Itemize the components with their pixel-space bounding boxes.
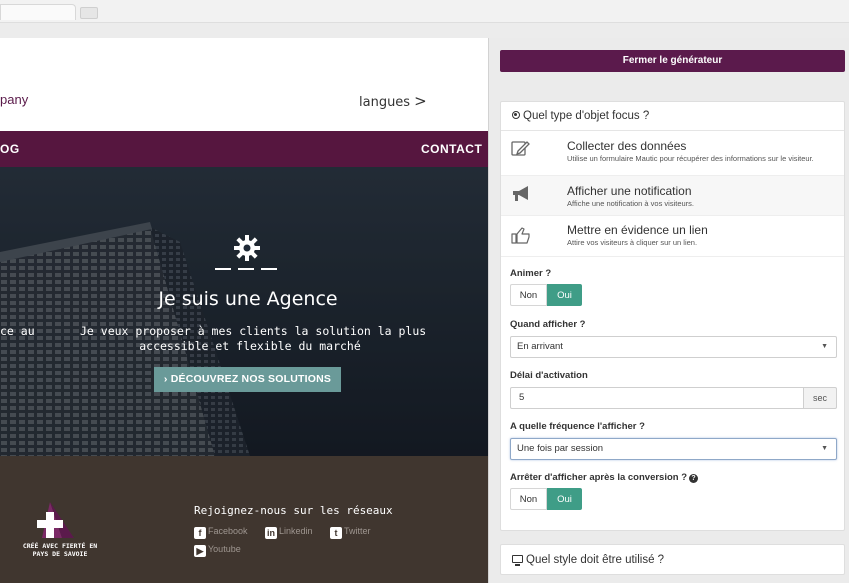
megaphone-icon bbox=[513, 186, 528, 201]
frequency-label: A quelle fréquence l'afficher ? bbox=[510, 421, 645, 432]
footer-join-heading: Rejoignez-nous sur les réseaux bbox=[194, 504, 393, 517]
focus-type-title: Quel type d'objet focus ? bbox=[523, 110, 650, 122]
hand-pointer-icon bbox=[511, 227, 530, 244]
when-select[interactable]: En arrivant ▼ bbox=[510, 336, 837, 358]
delay-label: Délai d'activation bbox=[510, 370, 588, 381]
option-title: Afficher une notification bbox=[567, 184, 692, 198]
facebook-label: Facebook bbox=[208, 526, 248, 536]
stop-after-conversion-toggle: Non Oui bbox=[510, 488, 582, 510]
chevron-right-icon: > bbox=[414, 92, 427, 110]
option-highlight-link[interactable]: Mettre en évidence un lien Attire vos vi… bbox=[501, 216, 844, 257]
bullseye-icon bbox=[512, 111, 520, 119]
divider-dashes bbox=[215, 268, 277, 270]
caret-down-icon: ▼ bbox=[821, 343, 828, 350]
stop-yes-button[interactable]: Oui bbox=[547, 488, 582, 510]
option-title: Collecter des données bbox=[567, 139, 687, 153]
style-section-header[interactable]: Quel style doit être utilisé ? bbox=[500, 544, 845, 575]
languages-link[interactable]: langues > bbox=[359, 92, 427, 110]
stop-no-button[interactable]: Non bbox=[510, 488, 547, 510]
style-header-title: Quel style doit être utilisé ? bbox=[526, 554, 665, 566]
delay-input[interactable]: 5 bbox=[510, 387, 804, 409]
browser-toolbar bbox=[0, 22, 849, 38]
hero-section: Je suis une Agence ce au Je veux propose… bbox=[0, 167, 488, 456]
option-description: Affiche une notification à vos visiteurs… bbox=[567, 199, 695, 208]
discover-solutions-button[interactable]: › DÉCOUVREZ NOS SOLUTIONS bbox=[154, 367, 341, 392]
animate-label: Animer ? bbox=[510, 268, 552, 279]
when-value: En arrivant bbox=[517, 341, 563, 352]
nav-item-contact[interactable]: CONTACT bbox=[421, 142, 482, 156]
delay-unit: sec bbox=[803, 387, 837, 409]
new-tab-button[interactable] bbox=[80, 7, 98, 19]
twitter-icon: t bbox=[330, 527, 342, 539]
nav-item-blog[interactable]: OG bbox=[0, 142, 20, 156]
site-footer: CRÉÉ AVEC FIERTÉ EN PAYS DE SAVOIE Rejoi… bbox=[0, 456, 488, 583]
hero-subtitle-line1: Je veux proposer à mes clients la soluti… bbox=[80, 324, 427, 338]
animate-toggle: Non Oui bbox=[510, 284, 582, 306]
option-title: Mettre en évidence un lien bbox=[567, 223, 708, 237]
page: pany langues > OG CONTACT Je suis une Ag… bbox=[0, 0, 849, 583]
close-generator-button[interactable]: Fermer le générateur bbox=[500, 50, 845, 72]
linkedin-label: Linkedin bbox=[279, 526, 313, 536]
option-description: Utilise un formulaire Mautic pour récupé… bbox=[567, 154, 814, 163]
gear-icon bbox=[234, 235, 260, 261]
site-header: pany langues > bbox=[0, 38, 488, 131]
focus-type-header: Quel type d'objet focus ? bbox=[501, 102, 844, 131]
facebook-link[interactable]: f Facebook bbox=[194, 526, 248, 539]
pencil-edit-icon bbox=[511, 141, 530, 156]
footer-logo-text: CRÉÉ AVEC FIERTÉ EN PAYS DE SAVOIE bbox=[22, 542, 98, 558]
option-description: Attire vos visiteurs à cliquer sur un li… bbox=[567, 238, 698, 247]
building-background-image bbox=[0, 167, 488, 456]
youtube-link[interactable]: ▶ Youtube bbox=[194, 544, 241, 557]
twitter-link[interactable]: t Twitter bbox=[330, 526, 371, 539]
browser-chrome bbox=[0, 0, 849, 38]
delay-input-group: 5 sec bbox=[510, 387, 837, 409]
focus-generator-panel: Fermer le générateur Quel type d'objet f… bbox=[488, 38, 849, 583]
hero-title: Je suis une Agence bbox=[158, 288, 338, 310]
twitter-label: Twitter bbox=[344, 526, 371, 536]
linkedin-icon: in bbox=[265, 527, 277, 539]
hero-subtitle-line2: accessible et flexible du marché bbox=[139, 339, 361, 353]
focus-type-card: Quel type d'objet focus ? Collecter des … bbox=[500, 101, 845, 531]
stop-label-text: Arrêter d'afficher après la conversion ? bbox=[510, 472, 688, 483]
help-question-icon[interactable]: ? bbox=[689, 474, 699, 483]
option-collect-data[interactable]: Collecter des données Utilise un formula… bbox=[501, 131, 844, 176]
site-nav: OG CONTACT bbox=[0, 131, 488, 167]
animate-no-button[interactable]: Non bbox=[510, 284, 547, 306]
languages-label: langues bbox=[359, 95, 411, 110]
browser-tab[interactable] bbox=[0, 4, 76, 20]
monitor-icon bbox=[512, 555, 523, 566]
linkedin-link[interactable]: in Linkedin bbox=[265, 526, 313, 539]
website-preview: pany langues > OG CONTACT Je suis une Ag… bbox=[0, 38, 488, 583]
caret-down-icon: ▼ bbox=[821, 445, 828, 452]
hero-subtitle-cut: ce au bbox=[0, 324, 35, 338]
frequency-value: Une fois par session bbox=[517, 443, 604, 454]
animate-yes-button[interactable]: Oui bbox=[547, 284, 582, 306]
when-label: Quand afficher ? bbox=[510, 319, 586, 330]
option-show-notification[interactable]: Afficher une notification Affiche une no… bbox=[501, 176, 844, 216]
stop-after-conversion-label: Arrêter d'afficher après la conversion ?… bbox=[510, 472, 699, 483]
company-name[interactable]: pany bbox=[0, 92, 28, 107]
youtube-label: Youtube bbox=[208, 544, 241, 554]
facebook-icon: f bbox=[194, 527, 206, 539]
frequency-select[interactable]: Une fois par session ▼ bbox=[510, 438, 837, 460]
youtube-icon: ▶ bbox=[194, 545, 206, 557]
